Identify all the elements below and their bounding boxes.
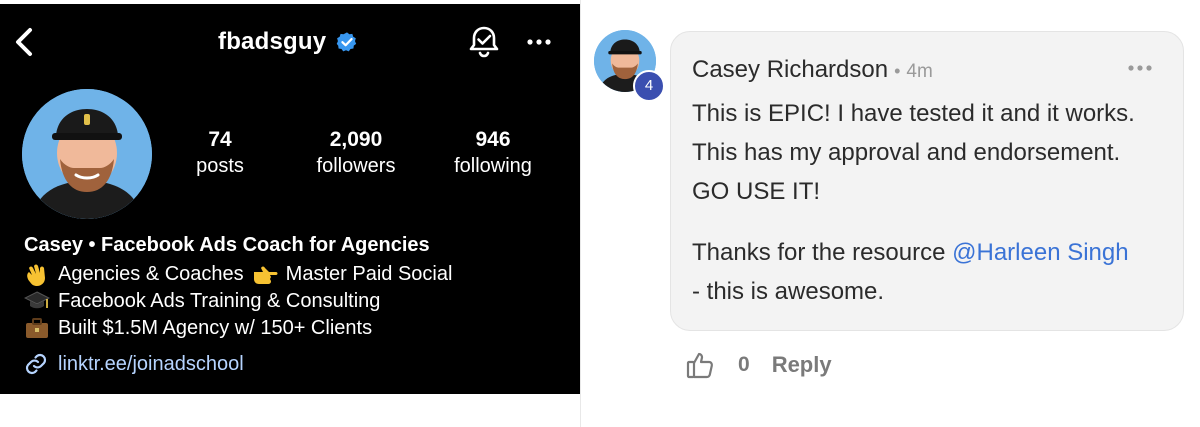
comment-bubble: Casey Richardson • 4m This is EPIC! I ha… [670, 31, 1184, 331]
verified-badge-icon [337, 32, 357, 52]
link-text[interactable]: linktr.ee/joinadschool [58, 353, 244, 376]
comment-actions: 0 Reply [686, 350, 832, 380]
instagram-profile-panel: fbadsguy 74 posts 2,090 followers 946 fo… [0, 4, 580, 394]
following-count: 946 [475, 128, 511, 151]
bio-text-training: Facebook Ads Training & Consulting [58, 289, 381, 312]
user-mention[interactable]: @Harleen Singh [952, 239, 1128, 266]
followers-count: 2,090 [329, 128, 383, 151]
comment-line: This is EPIC! I have tested it and it wo… [692, 100, 1135, 127]
comment-author[interactable]: Casey Richardson [692, 56, 888, 84]
profile-photo [22, 89, 152, 219]
notification-bell-icon[interactable] [467, 24, 501, 60]
bio-text-agencies: Agencies & Coaches [58, 262, 244, 285]
back-arrow-icon[interactable] [10, 24, 38, 60]
comment-line: GO USE IT! [692, 178, 821, 205]
bio-text-paid-social: Master Paid Social [285, 262, 453, 285]
pointing-hand-icon [253, 266, 278, 284]
profile-avatar[interactable] [22, 89, 152, 219]
posts-count: 74 [208, 128, 232, 151]
bio-line-3: Built $1.5M Agency w/ 150+ Clients [24, 316, 372, 340]
following-stat[interactable]: 946 following [418, 127, 568, 179]
followers-stat[interactable]: 2,090 followers [281, 127, 431, 179]
panel-divider [580, 0, 581, 427]
comment-more-icon[interactable] [1127, 64, 1153, 72]
comment-line: This has my approval and endorsement. [692, 139, 1121, 166]
comment-header: Casey Richardson • 4m [692, 56, 933, 84]
separator-dot: • [894, 61, 901, 81]
comment-line: Thanks for the resource @Harleen Singh [692, 233, 1172, 272]
reply-button[interactable]: Reply [772, 352, 832, 378]
bio-line-2: Facebook Ads Training & Consulting [24, 289, 380, 313]
profile-header: fbadsguy [218, 28, 358, 56]
like-count: 0 [738, 353, 750, 376]
waving-hand-icon [27, 264, 45, 286]
comment-body: This is EPIC! I have tested it and it wo… [692, 94, 1172, 311]
profile-link[interactable]: linktr.ee/joinadschool [24, 352, 244, 376]
link-icon [25, 353, 47, 375]
comment-text: Thanks for the resource [692, 239, 953, 266]
more-options-icon[interactable] [525, 28, 553, 56]
following-label: following [454, 155, 532, 177]
posts-stat[interactable]: 74 posts [145, 127, 295, 179]
bio-text-agency: Built $1.5M Agency w/ 150+ Clients [58, 316, 373, 339]
comment-line: - this is awesome. [692, 278, 885, 305]
followers-label: followers [316, 155, 396, 177]
comment-timestamp: 4m [906, 61, 933, 82]
briefcase-icon [26, 318, 48, 338]
graduation-cap-icon [24, 291, 50, 309]
username: fbadsguy [218, 28, 327, 55]
bio-name: Casey • Facebook Ads Coach for Agencies [24, 234, 430, 256]
posts-label: posts [196, 155, 244, 177]
level-badge: 4 [633, 70, 665, 102]
bio-line-1: Agencies & Coaches Master Paid Social [24, 262, 452, 286]
thumbs-up-icon[interactable] [686, 350, 716, 380]
